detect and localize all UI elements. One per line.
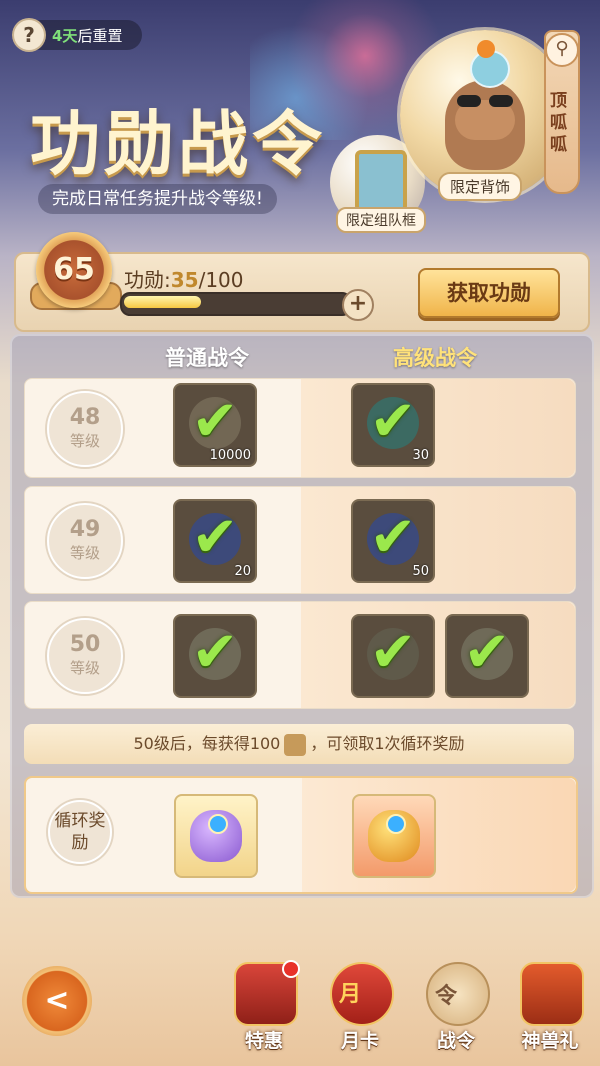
- orange-ball-icon: [477, 40, 495, 58]
- hint-prefix: 50级后，每获得100: [133, 734, 281, 753]
- reward-quantity: 50: [412, 564, 429, 579]
- sunglasses-icon: [457, 95, 481, 107]
- help-icon[interactable]: ?: [14, 20, 44, 50]
- beast-gift-icon: [520, 962, 584, 1026]
- nav-battle-pass[interactable]: 令 战令: [416, 962, 496, 1052]
- hint-suffix: ，可领取1次循环奖励: [310, 734, 465, 753]
- reward-item[interactable]: ✔ 30: [351, 383, 435, 467]
- claimed-check-icon: ✔: [369, 505, 417, 570]
- battle-pass-glyph: 令: [434, 984, 457, 1009]
- nav-beast-gift[interactable]: 神兽礼: [510, 962, 590, 1052]
- notification-dot: [282, 960, 300, 978]
- premium-cell: [301, 487, 575, 593]
- nav-label: 月卡: [340, 1030, 379, 1052]
- merit-progress-fill: [124, 296, 201, 308]
- add-merit-button[interactable]: +: [342, 289, 374, 321]
- month-card-glyph: 月: [338, 982, 361, 1007]
- level-number: 48: [69, 405, 101, 430]
- claimed-check-icon: ✔: [191, 505, 239, 570]
- page-title: 功勋战令: [30, 103, 326, 185]
- merit-max: /100: [198, 268, 244, 292]
- back-ornament-tag: 限定背饰: [438, 172, 523, 201]
- reward-item[interactable]: ✔ 20: [173, 499, 257, 583]
- page-subtitle: 完成日常任务提升战令等级!: [38, 184, 277, 214]
- merit-scroll-icon: [284, 733, 307, 756]
- nav-label: 神兽礼: [521, 1030, 579, 1052]
- reward-item[interactable]: ✔: [351, 614, 435, 698]
- reset-suffix: 后重置: [77, 27, 123, 45]
- claimed-check-icon: ✔: [191, 620, 239, 685]
- team-frame-icon: [355, 150, 407, 212]
- merit-current: 35: [170, 268, 199, 292]
- premium-cell: [301, 379, 575, 477]
- side-tab-label: 顶呱呱: [550, 91, 567, 155]
- search-icon[interactable]: ⚲: [545, 33, 579, 67]
- cycle-reward-label: 循环奖励: [48, 800, 112, 864]
- merit-progress-text: 功勋:35/100: [124, 264, 244, 293]
- nav-special-offer[interactable]: 特惠: [224, 960, 304, 1052]
- claimed-check-icon: ✔: [369, 620, 417, 685]
- reward-quantity: 30: [412, 448, 429, 463]
- back-arrow-icon[interactable]: <: [22, 966, 92, 1036]
- level-marker: 48 等级: [47, 391, 123, 467]
- reward-item[interactable]: ✔: [173, 614, 257, 698]
- sunglasses-icon: [489, 95, 513, 107]
- claimed-check-icon: ✔: [463, 620, 511, 685]
- level-marker: 50 等级: [47, 618, 123, 694]
- normal-pass-header: 普通战令: [165, 346, 249, 370]
- gem-icon: [208, 814, 228, 834]
- level-row: 49 等级 ✔ 20 ✔ 50: [24, 486, 576, 594]
- reward-quantity: 10000: [209, 448, 251, 463]
- cycle-reward-row: 循环奖励: [24, 776, 578, 894]
- claimed-check-icon: ✔: [369, 389, 417, 454]
- premium-pass-header: 高级战令: [393, 346, 477, 370]
- level-unit: 等级: [69, 659, 100, 677]
- level-unit: 等级: [69, 432, 100, 450]
- reward-item[interactable]: ✔ 10000: [173, 383, 257, 467]
- team-frame-tag: 限定组队框: [336, 207, 426, 233]
- gem-icon: [386, 814, 406, 834]
- nav-label: 战令: [436, 1030, 475, 1052]
- reset-days: 4天: [52, 27, 78, 45]
- reward-item[interactable]: ✔ 50: [351, 499, 435, 583]
- cycle-reward-normal[interactable]: [174, 794, 258, 878]
- level-number: 49: [69, 517, 101, 542]
- reward-quantity: 20: [234, 564, 251, 579]
- cycle-reward-premium[interactable]: [352, 794, 436, 878]
- level-number: 50: [69, 632, 101, 657]
- premium-cell: [301, 602, 575, 708]
- level-marker: 49 等级: [47, 503, 123, 579]
- get-merit-button[interactable]: 获取功勋: [418, 268, 560, 318]
- cycle-reward-hint: 50级后，每获得100 ，可领取1次循环奖励: [24, 724, 574, 764]
- reset-timer: 4天后重置: [52, 25, 122, 46]
- premium-cell: [302, 778, 576, 892]
- current-level: 65: [53, 252, 95, 287]
- merit-label: 功勋:: [124, 268, 171, 292]
- level-unit: 等级: [69, 544, 100, 562]
- level-row: 48 等级 ✔ 10000 ✔ 30: [24, 378, 576, 478]
- nav-label: 特惠: [244, 1030, 283, 1052]
- level-row: 50 等级 ✔ ✔ ✔: [24, 601, 576, 709]
- claimed-check-icon: ✔: [191, 389, 239, 454]
- nav-month-card[interactable]: 月 月卡: [320, 962, 400, 1052]
- reward-item[interactable]: ✔: [445, 614, 529, 698]
